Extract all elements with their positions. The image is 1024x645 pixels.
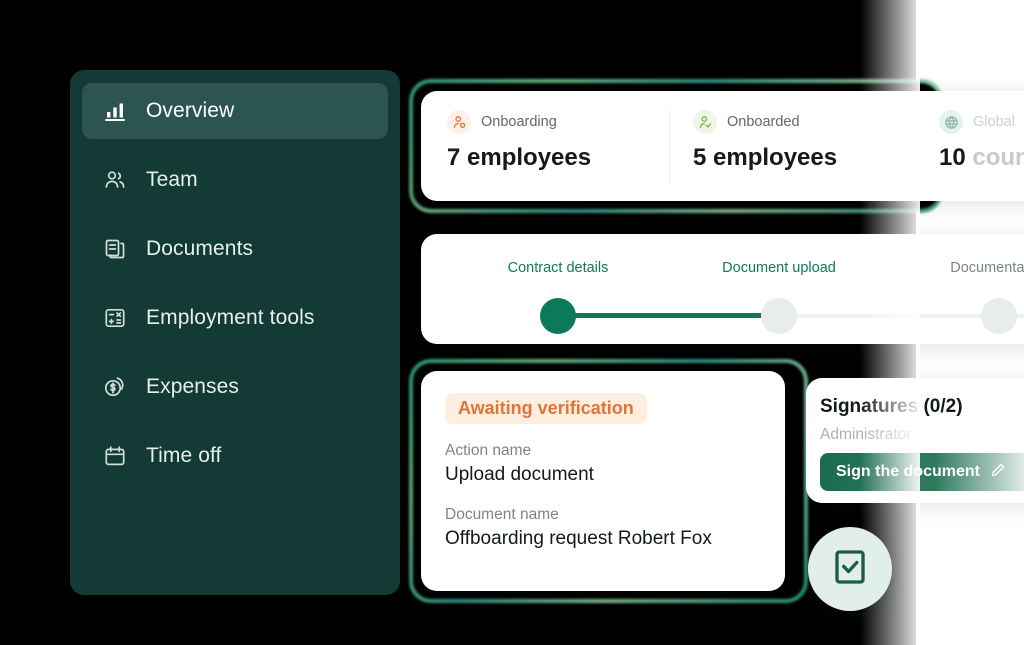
signatory-role: Administrator [820,426,912,443]
app-screenshot: Overview Team Documents Employment tools… [0,0,1024,645]
step-label-documentation: Documentation [950,260,1024,276]
people-icon [102,167,128,193]
stat-onboarded: Onboarded 5 employees [669,110,915,182]
sidebar-item-expenses[interactable]: Expenses [82,359,388,415]
stepper-labels: Contract details Document upload Documen… [421,260,1024,282]
sign-button-label: Sign the document [836,463,980,480]
stat-header: Onboarding [447,110,645,134]
status-badge: Awaiting verification [445,393,647,424]
stat-value: 7 employees [447,144,592,171]
sidebar-item-label: Overview [146,99,235,122]
stat-value: 5 employees [693,144,838,171]
coins-icon [102,374,128,400]
sign-the-document-button[interactable]: Sign the document [820,453,1024,491]
sidebar-item-documents[interactable]: Documents [82,221,388,277]
sidebar-item-employment-tools[interactable]: Employment tools [82,290,388,346]
sidebar-item-label: Expenses [146,375,240,398]
globe-icon [939,110,963,134]
stat-global: Global 10 countries [915,110,1024,182]
pencil-icon [990,462,1006,483]
sidebar-item-label: Employment tools [146,306,315,329]
stats-card: Onboarding 7 employees Onboarded 5 emplo… [421,91,1024,201]
calendar-icon [102,443,128,469]
stepper-track-progress [558,313,779,318]
sidebar-item-time-off[interactable]: Time off [82,428,388,484]
user-pending-icon [447,110,471,134]
document-name-value: Offboarding request Robert Fox [445,528,712,549]
user-check-icon [693,110,717,134]
bar-chart-icon [102,98,128,124]
action-card: Awaiting verification Action name Upload… [421,371,785,591]
stat-header: Onboarded [693,110,891,134]
step-label-contract-details: Contract details [507,260,609,276]
stat-unit: countries [972,144,1024,171]
stat-label: Global [973,114,1015,130]
stat-header: Global [939,110,1024,134]
sidebar: Overview Team Documents Employment tools… [70,70,400,595]
stat-number: 10 [939,144,973,171]
action-name-value: Upload document [445,464,594,485]
sidebar-item-overview[interactable]: Overview [82,83,388,139]
progress-stepper-card: Contract details Document upload Documen… [421,234,1024,344]
document-check-badge[interactable] [808,527,892,611]
document-check-icon [830,547,870,592]
sidebar-item-label: Documents [146,237,254,260]
stat-onboarding: Onboarding 7 employees [423,110,669,182]
document-name-label: Document name [445,506,559,523]
sidebar-item-team[interactable]: Team [82,152,388,208]
stat-label: Onboarded [727,114,800,130]
sidebar-item-label: Team [146,168,198,191]
stat-label: Onboarding [481,114,557,130]
stepper-dot-documentation[interactable] [981,298,1017,334]
stepper-dot-document-upload[interactable] [761,298,797,334]
stepper-dot-contract-details[interactable] [540,298,576,334]
sidebar-item-label: Time off [146,444,222,467]
stepper-track [421,298,1024,334]
signatures-card: Signatures (0/2) Administrator Sign the … [806,378,1024,503]
calculator-icon [102,305,128,331]
documents-icon [102,236,128,262]
step-label-document-upload: Document upload [722,260,836,276]
action-name-label: Action name [445,442,532,459]
stat-value: 10 countries [939,144,1024,172]
signatures-title: Signatures (0/2) [820,396,963,417]
